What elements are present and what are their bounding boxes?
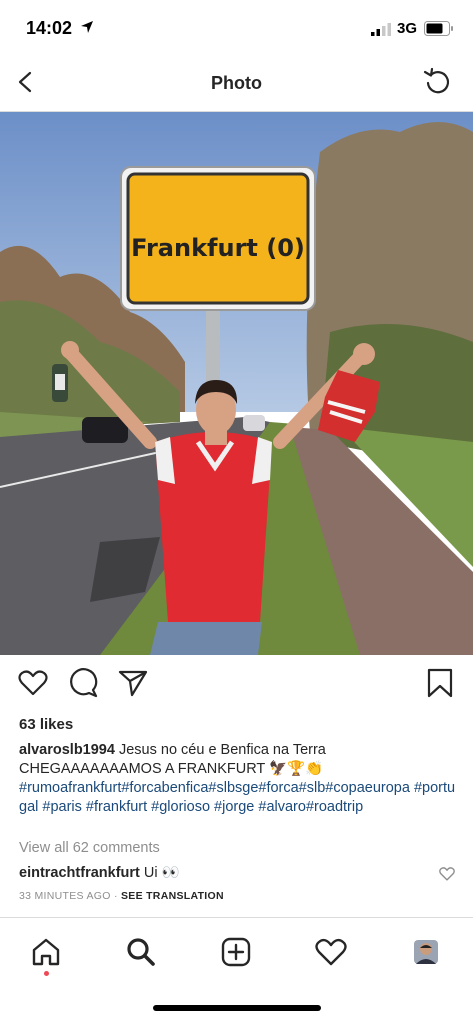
nav-header: Photo — [0, 58, 473, 112]
post-meta: 33 MINUTES AGO · SEE TRANSLATION — [19, 890, 224, 902]
see-translation-link[interactable]: SEE TRANSLATION — [121, 890, 224, 902]
meta-separator: · — [110, 890, 121, 902]
home-indicator — [153, 1005, 321, 1011]
home-icon[interactable] — [30, 936, 62, 968]
page-title: Photo — [211, 73, 262, 93]
caption-username[interactable]: alvaroslb1994 — [19, 742, 115, 758]
comment-like-heart-icon[interactable] — [439, 866, 455, 882]
network-label: 3G — [397, 20, 418, 37]
search-icon[interactable] — [125, 936, 157, 968]
battery-icon — [424, 21, 453, 36]
comment-text: Ui 👀 — [143, 865, 180, 881]
refresh-icon[interactable] — [422, 66, 454, 98]
comment-icon[interactable] — [68, 668, 98, 698]
notification-dot — [44, 971, 49, 976]
photo-illustration: Frankfurt (0) — [0, 112, 473, 655]
signal-icon — [371, 23, 391, 36]
activity-icon[interactable] — [315, 936, 347, 968]
location-arrow-icon — [81, 21, 93, 33]
profile-avatar[interactable] — [410, 936, 442, 968]
post-time: 33 MINUTES AGO — [19, 890, 111, 902]
comment-row: eintrachtfrankfurt Ui 👀 — [19, 864, 419, 881]
caption-line-2: CHEGAAAAAAAMOS A FRANKFURT 🦅🏆👏 — [19, 761, 324, 777]
caption-line-1: Jesus no céu e Benfica na Terra — [118, 742, 326, 758]
post-caption: alvaroslb1994 Jesus no céu e Benfica na … — [19, 741, 459, 817]
post-photo[interactable]: Frankfurt (0) — [0, 112, 473, 655]
heart-icon[interactable] — [18, 668, 48, 698]
post-action-bar — [0, 666, 473, 706]
caption-hashtags[interactable]: #rumoafrankfurt#forcabenfica#slbsge#forc… — [19, 780, 455, 815]
add-icon[interactable] — [220, 936, 252, 968]
share-icon[interactable] — [118, 668, 148, 698]
status-bar: 14:02 3G — [0, 0, 473, 58]
view-all-comments-link[interactable]: View all 62 comments — [19, 840, 160, 856]
status-time: 14:02 — [26, 18, 73, 38]
comment-username[interactable]: eintrachtfrankfurt — [19, 865, 140, 881]
bookmark-icon[interactable] — [426, 668, 454, 698]
likes-count[interactable]: 63 likes — [19, 716, 73, 733]
sign-text: Frankfurt (0) — [131, 234, 305, 262]
